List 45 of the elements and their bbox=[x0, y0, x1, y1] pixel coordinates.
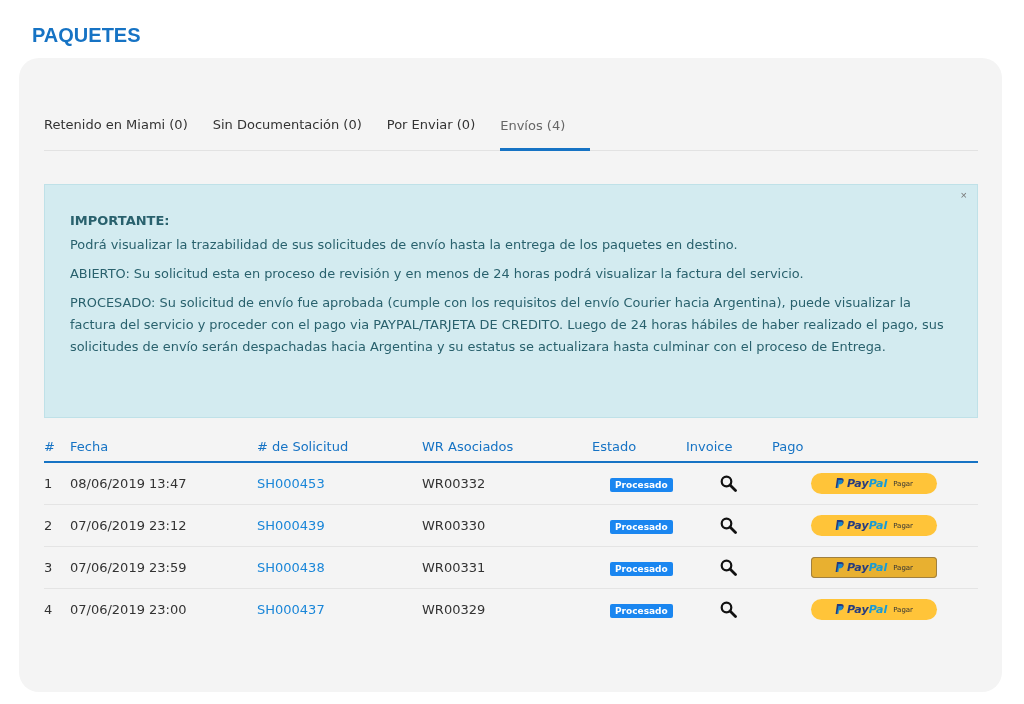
status-badge: Procesado bbox=[610, 520, 673, 534]
wr-cell: WR00331 bbox=[422, 560, 486, 575]
row-number: 1 bbox=[44, 476, 53, 491]
wr-cell: WR00329 bbox=[422, 602, 486, 617]
column-header: Pago bbox=[772, 439, 804, 454]
tab[interactable]: Sin Documentación (0) bbox=[212, 104, 362, 150]
row-number: 2 bbox=[44, 518, 53, 533]
tab[interactable]: Retenido en Miami (0) bbox=[44, 104, 188, 150]
date-cell: 07/06/2019 23:59 bbox=[70, 560, 187, 575]
column-header: WR Asociados bbox=[422, 439, 514, 454]
column-header: Invoice bbox=[686, 439, 733, 454]
column-header: Estado bbox=[592, 439, 637, 454]
request-link[interactable]: SH000438 bbox=[257, 560, 325, 575]
status-badge: Procesado bbox=[610, 562, 673, 576]
alert-heading: IMPORTANTE: bbox=[70, 212, 171, 230]
status-badge: Procesado bbox=[610, 604, 673, 618]
p-logo-icon bbox=[835, 520, 844, 531]
date-cell: 07/06/2019 23:00 bbox=[70, 602, 187, 617]
search-icon[interactable] bbox=[720, 601, 737, 618]
date-cell: 08/06/2019 13:47 bbox=[70, 476, 187, 491]
wr-cell: WR00332 bbox=[422, 476, 486, 491]
alert-text: ABIERTO: Su solicitud esta en proceso de revisión y en menos de 24 horas podrá visualizar la factura del servicio. bbox=[70, 265, 805, 283]
alert-text: Podrá visualizar la trazabilidad de sus solicitudes de envío hasta la entrega de los paquetes en destino. bbox=[70, 236, 739, 254]
wr-cell: WR00330 bbox=[422, 518, 486, 533]
row-number: 3 bbox=[44, 560, 53, 575]
close-button[interactable]: × bbox=[960, 189, 967, 201]
tab[interactable]: Envíos (4) bbox=[500, 104, 591, 151]
page-title: PAQUETES bbox=[31, 23, 142, 48]
status-badge: Procesado bbox=[610, 478, 673, 492]
column-header: Fecha bbox=[70, 439, 109, 454]
p-logo-icon bbox=[835, 562, 844, 573]
tab[interactable]: Por Enviar (0) bbox=[386, 104, 476, 150]
request-link[interactable]: SH000439 bbox=[257, 518, 325, 533]
column-header: # de Solicitud bbox=[257, 439, 349, 454]
request-link[interactable]: SH000453 bbox=[257, 476, 325, 491]
search-icon[interactable] bbox=[720, 559, 737, 576]
alert-text: PROCESADO: Su solicitud de envío fue aprobada (cumple con los requisitos del envío Courier hacia Argentina), puede visualizar la factura del servicio y proceder con el pago via PAYPAL/TARJETA DE CREDITO. Luego de 24 horas hábiles de haber realizado el pago, sus solicitudes de envío serán despachadas hacia Argentina y su estatus se actualizara hasta culminar con el proceso de Entrega. bbox=[70, 294, 945, 356]
search-icon[interactable] bbox=[720, 475, 737, 492]
p-logo-icon bbox=[835, 604, 844, 615]
search-icon[interactable] bbox=[720, 517, 737, 534]
p-logo-icon bbox=[835, 478, 844, 489]
column-header: # bbox=[44, 439, 55, 454]
request-link[interactable]: SH000437 bbox=[257, 602, 325, 617]
date-cell: 07/06/2019 23:12 bbox=[70, 518, 187, 533]
row-number: 4 bbox=[44, 602, 53, 617]
